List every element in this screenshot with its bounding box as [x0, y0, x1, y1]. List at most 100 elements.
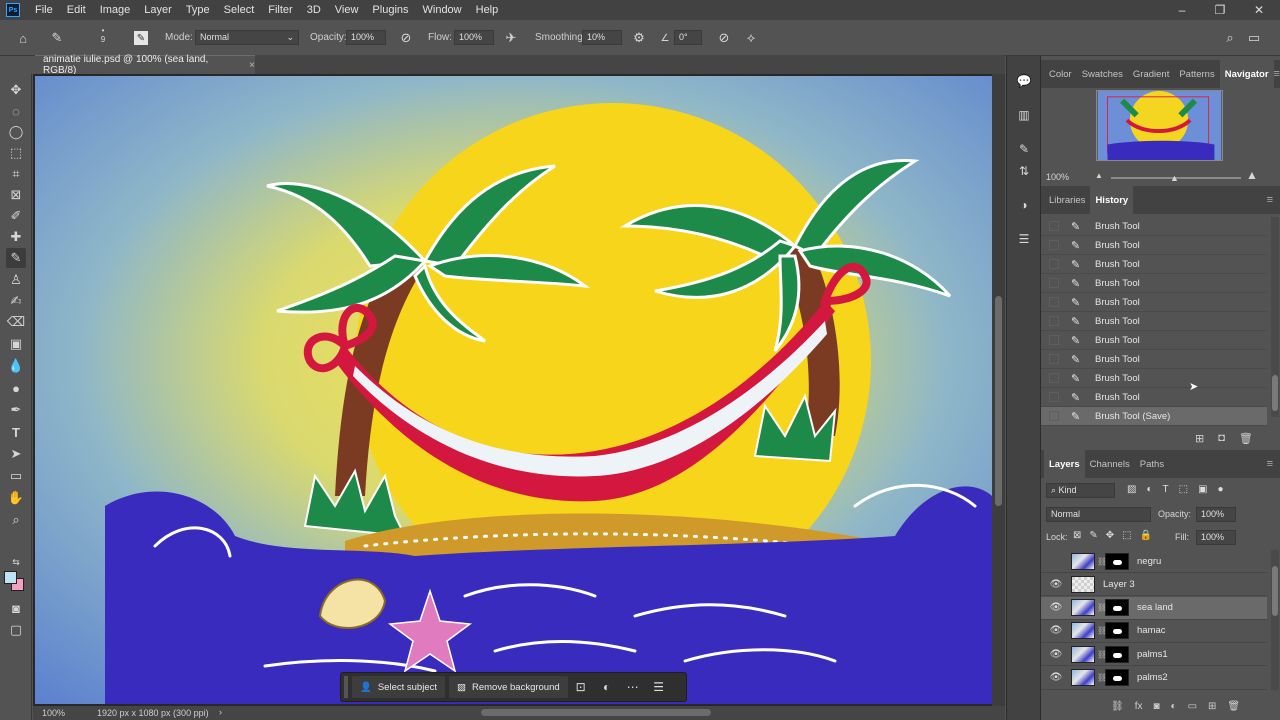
blur-tool-icon[interactable]: 💧 [6, 356, 26, 376]
type-tool-icon[interactable]: T [6, 422, 26, 442]
menu-select[interactable]: Select [217, 4, 262, 16]
workspace-icon[interactable]: ▭ [1245, 29, 1263, 47]
history-scroll-thumb[interactable] [1272, 375, 1278, 411]
delete-state-icon[interactable]: 🗑 [1239, 432, 1253, 445]
layer-row[interactable]: 👁 ⛓ palms2 [1041, 667, 1267, 690]
history-item[interactable]: ✎ Brush Tool [1041, 274, 1267, 293]
angle-input[interactable]: 0° [674, 30, 702, 45]
menu-type[interactable]: Type [179, 4, 217, 16]
snapshot-camera-icon[interactable]: ◘ [1218, 432, 1225, 445]
document-tab[interactable]: animatie iulie.psd @ 100% (sea land, RGB… [35, 54, 255, 76]
adjustment-icon[interactable]: ◐ [594, 676, 620, 698]
layer-mask-thumbnail[interactable] [1105, 669, 1129, 686]
select-subject-button[interactable]: 👤 Select subject [352, 676, 445, 698]
home-icon[interactable]: ⌂ [14, 29, 32, 47]
menu-window[interactable]: Window [416, 4, 469, 16]
panel-menu-icon[interactable]: ≡ [1274, 68, 1280, 80]
history-brush-tool-icon[interactable]: ✍ [6, 291, 26, 311]
generative-icon[interactable]: ⊡ [568, 676, 594, 698]
marquee-tool-icon[interactable]: ◌ [6, 101, 26, 121]
healing-brush-tool-icon[interactable]: ✚ [6, 227, 26, 247]
layer-mask-thumbnail[interactable] [1105, 622, 1129, 640]
mask-link-icon[interactable]: ⛓ [1097, 557, 1107, 566]
menu-image[interactable]: Image [93, 4, 138, 16]
brush-preset-icon[interactable]: ✎ [48, 29, 66, 47]
brush-settings-panel-icon[interactable]: ✎ [1015, 140, 1033, 158]
history-item[interactable]: ✎ Brush Tool [1041, 255, 1267, 274]
visibility-eye-icon[interactable]: 👁 [1049, 672, 1063, 683]
history-menu-icon[interactable]: ≡ [1267, 194, 1273, 206]
adjustment-filter-icon[interactable]: ◐ [1146, 484, 1152, 495]
zoom-in-icon[interactable]: ▲ [1246, 168, 1258, 182]
visibility-eye-icon[interactable]: 👁 [1049, 625, 1063, 636]
gear-icon[interactable]: ⚙ [630, 29, 648, 47]
lock-artboard-icon[interactable]: ⬚ [1122, 530, 1131, 541]
history-item[interactable]: ✎ Brush Tool [1041, 369, 1267, 388]
mask-link-icon[interactable]: ⛓ [1097, 626, 1107, 635]
layers-menu-icon[interactable]: ≡ [1267, 458, 1273, 470]
pen-tool-icon[interactable]: ✒ [6, 400, 26, 420]
adjustments-icon[interactable]: ◑ [1015, 196, 1033, 214]
swap-colors-icon[interactable]: ⇆ [6, 552, 26, 572]
history-source-checkbox[interactable] [1049, 316, 1059, 326]
eraser-tool-icon[interactable]: ⌫ [6, 312, 26, 332]
menu-edit[interactable]: Edit [60, 4, 93, 16]
layers-scrollbar[interactable] [1271, 550, 1279, 690]
symmetry-icon[interactable]: ⟡ [742, 29, 760, 47]
fill-input[interactable]: 100% [1196, 530, 1236, 545]
history-source-checkbox[interactable] [1049, 335, 1059, 345]
link-layers-icon[interactable]: ⛓ [1111, 701, 1124, 712]
history-source-checkbox[interactable] [1049, 278, 1059, 288]
layer-opacity-input[interactable]: 100% [1196, 507, 1236, 522]
layer-filter-select[interactable]: ⌕ Kind [1046, 483, 1115, 498]
menu-filter[interactable]: Filter [261, 4, 299, 16]
pixel-filter-icon[interactable]: ▨ [1127, 484, 1136, 495]
object-selection-tool-icon[interactable]: ⬚ [6, 143, 26, 163]
history-source-checkbox[interactable] [1049, 297, 1059, 307]
lock-image-icon[interactable]: ✎ [1089, 530, 1097, 541]
lock-transparent-icon[interactable]: ⊠ [1073, 530, 1081, 541]
path-selection-tool-icon[interactable]: ➤ [6, 444, 26, 464]
menu-help[interactable]: Help [469, 4, 506, 16]
tab-paths[interactable]: Paths [1135, 450, 1169, 478]
close-window-button[interactable]: ✕ [1240, 0, 1278, 20]
opacity-input[interactable]: 100% [346, 30, 386, 45]
foreground-color-swatch[interactable] [4, 571, 17, 584]
delete-layer-icon[interactable]: 🗑 [1227, 701, 1240, 712]
info-arrow-icon[interactable]: › [219, 707, 222, 717]
history-scrollbar[interactable] [1271, 217, 1279, 417]
visibility-eye-icon[interactable]: 👁 [1049, 602, 1063, 613]
history-source-checkbox[interactable] [1049, 240, 1059, 250]
clone-stamp-tool-icon[interactable]: ♙ [6, 270, 26, 290]
new-layer-icon[interactable]: ⊞ [1208, 701, 1216, 712]
mask-link-icon[interactable]: ⛓ [1097, 650, 1107, 659]
flow-input[interactable]: 100% [454, 30, 494, 45]
more-options-icon[interactable]: ⋯ [620, 676, 646, 698]
tab-channels[interactable]: Channels [1085, 450, 1135, 478]
history-item[interactable]: ✎ Brush Tool [1041, 312, 1267, 331]
tab-navigator[interactable]: Navigator [1219, 60, 1274, 88]
layer-row[interactable]: 👁 ⛓ hamac [1041, 620, 1267, 643]
minimize-button[interactable]: – [1163, 0, 1201, 20]
mask-link-icon[interactable]: ⛓ [1097, 673, 1107, 682]
tab-patterns[interactable]: Patterns [1174, 60, 1219, 88]
pressure-size-icon[interactable]: ⊘ [715, 29, 733, 47]
zoom-tool-icon[interactable]: ⌕ [6, 510, 26, 530]
blend-mode-select[interactable]: Normal [1046, 507, 1151, 522]
add-mask-icon[interactable]: ◙ [1153, 701, 1159, 712]
drag-handle[interactable] [344, 676, 348, 698]
history-source-checkbox[interactable] [1049, 354, 1059, 364]
layer-style-icon[interactable]: fx [1135, 701, 1143, 712]
histogram-icon[interactable]: ▥ [1015, 106, 1033, 124]
shape-filter-icon[interactable]: ⬚ [1179, 484, 1188, 495]
zoom-level[interactable]: 100% [42, 708, 65, 718]
layer-row[interactable]: 👁 ⛓ palms1 [1041, 643, 1267, 667]
menu-3d[interactable]: 3D [300, 4, 328, 16]
brush-size-picker[interactable]: • 9 [94, 26, 112, 44]
tab-libraries[interactable]: Libraries [1044, 186, 1090, 214]
tab-swatches[interactable]: Swatches [1077, 60, 1128, 88]
layer-row[interactable]: ⛓ negru [1041, 550, 1267, 573]
properties-icon[interactable]: ☰ [1015, 230, 1033, 248]
layer-mask-thumbnail[interactable] [1105, 552, 1129, 570]
history-item[interactable]: ✎ Brush Tool [1041, 217, 1267, 236]
